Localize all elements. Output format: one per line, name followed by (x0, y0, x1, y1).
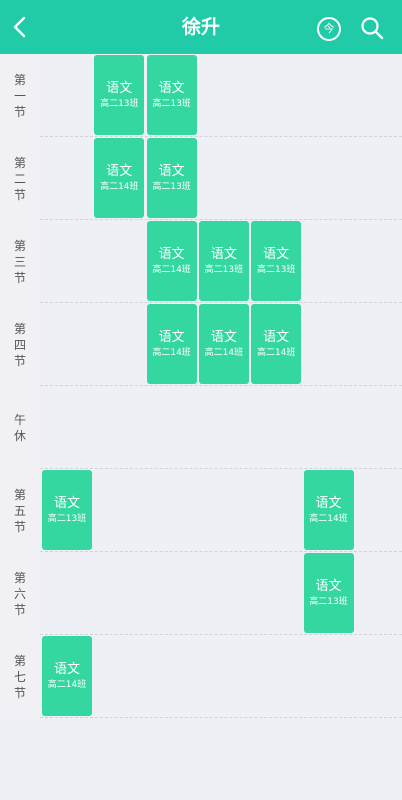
page-title: 徐升 (181, 16, 220, 38)
row-divider (40, 551, 402, 552)
row-divider (40, 136, 402, 137)
course-class: 高二14班 (47, 680, 87, 690)
course-class: 高二13班 (256, 265, 296, 275)
course-card[interactable]: 语文高二14班 (251, 304, 302, 384)
period-label: 第六节 (13, 570, 26, 617)
course-card[interactable]: 语文高二14班 (146, 221, 197, 301)
period-label: 第四节 (13, 321, 26, 368)
row-divider (40, 385, 402, 386)
course-class: 高二13班 (309, 597, 348, 607)
course-class: 高二14班 (309, 514, 348, 524)
app-header: 徐升 今 (0, 0, 402, 54)
course-name: 语文 (158, 330, 185, 345)
schedule-grid: 第一节 第二节 第三节 第四节 午休 第五节 第六节 第七节 语文 高二13班 语文… (0, 54, 402, 800)
course-class: 高二13班 (204, 265, 244, 275)
course-class: 高二14班 (100, 182, 139, 192)
period-label: 第七节 (13, 653, 26, 700)
course-class: 高二14班 (152, 265, 191, 275)
period-label: 第五节 (13, 487, 26, 534)
course-card[interactable]: 语文高二13班 (146, 138, 197, 218)
course-name: 语文 (53, 662, 80, 677)
course-name: 语文 (210, 330, 237, 345)
course-name: 语文 (315, 496, 342, 511)
course-card[interactable]: 语文高二14班 (303, 470, 354, 550)
course-card[interactable]: 语文高二13班 (146, 55, 197, 135)
course-name: 语文 (315, 579, 342, 594)
course-class: 高二14班 (256, 348, 296, 358)
row-divider (40, 717, 402, 718)
course-name: 语文 (106, 164, 133, 179)
row-divider (40, 302, 402, 303)
search-icon (361, 17, 384, 40)
row-divider (40, 219, 402, 220)
course-card[interactable]: 语文高二13班 (42, 470, 92, 550)
course-name: 语文 (263, 330, 290, 345)
period-label: 午休 (13, 412, 26, 443)
course-card[interactable]: 语文高二13班 (198, 221, 249, 301)
course-class: 高二14班 (204, 348, 244, 358)
course-name: 语文 (210, 247, 237, 262)
course-class: 高二13班 (47, 514, 87, 524)
course-class: 高二13班 (100, 99, 139, 109)
period-label: 第一节 (13, 72, 26, 119)
search-button[interactable] (359, 15, 385, 41)
course-class: 高二13班 (152, 99, 191, 109)
course-card[interactable]: 语文高二14班 (94, 138, 145, 218)
course-class: 高二14班 (152, 348, 191, 358)
course-card[interactable]: 语文高二14班 (42, 636, 92, 716)
course-name: 语文 (263, 247, 290, 262)
course-name: 语文 (53, 496, 80, 511)
row-divider (40, 634, 402, 635)
course-card[interactable]: 语文高二13班 (251, 221, 302, 301)
course-card[interactable]: 语文高二14班 (198, 304, 249, 384)
course-name: 语文 (106, 81, 133, 96)
course-class: 高二13班 (152, 182, 191, 192)
course-card[interactable]: 语文高二13班 (303, 553, 354, 633)
row-divider (40, 468, 402, 469)
period-column: 第一节 第二节 第三节 第四节 午休 第五节 第六节 第七节 (0, 54, 40, 718)
course-name: 语文 (158, 164, 185, 179)
course-name: 语文 (158, 81, 185, 96)
period-label: 第二节 (13, 155, 26, 202)
today-button[interactable]: 今 (317, 17, 341, 41)
course-name: 语文 (158, 247, 185, 262)
course-card[interactable]: 语文高二14班 (146, 304, 197, 384)
period-label: 第三节 (13, 238, 26, 285)
course-card[interactable]: 语文高二13班 (94, 55, 145, 135)
